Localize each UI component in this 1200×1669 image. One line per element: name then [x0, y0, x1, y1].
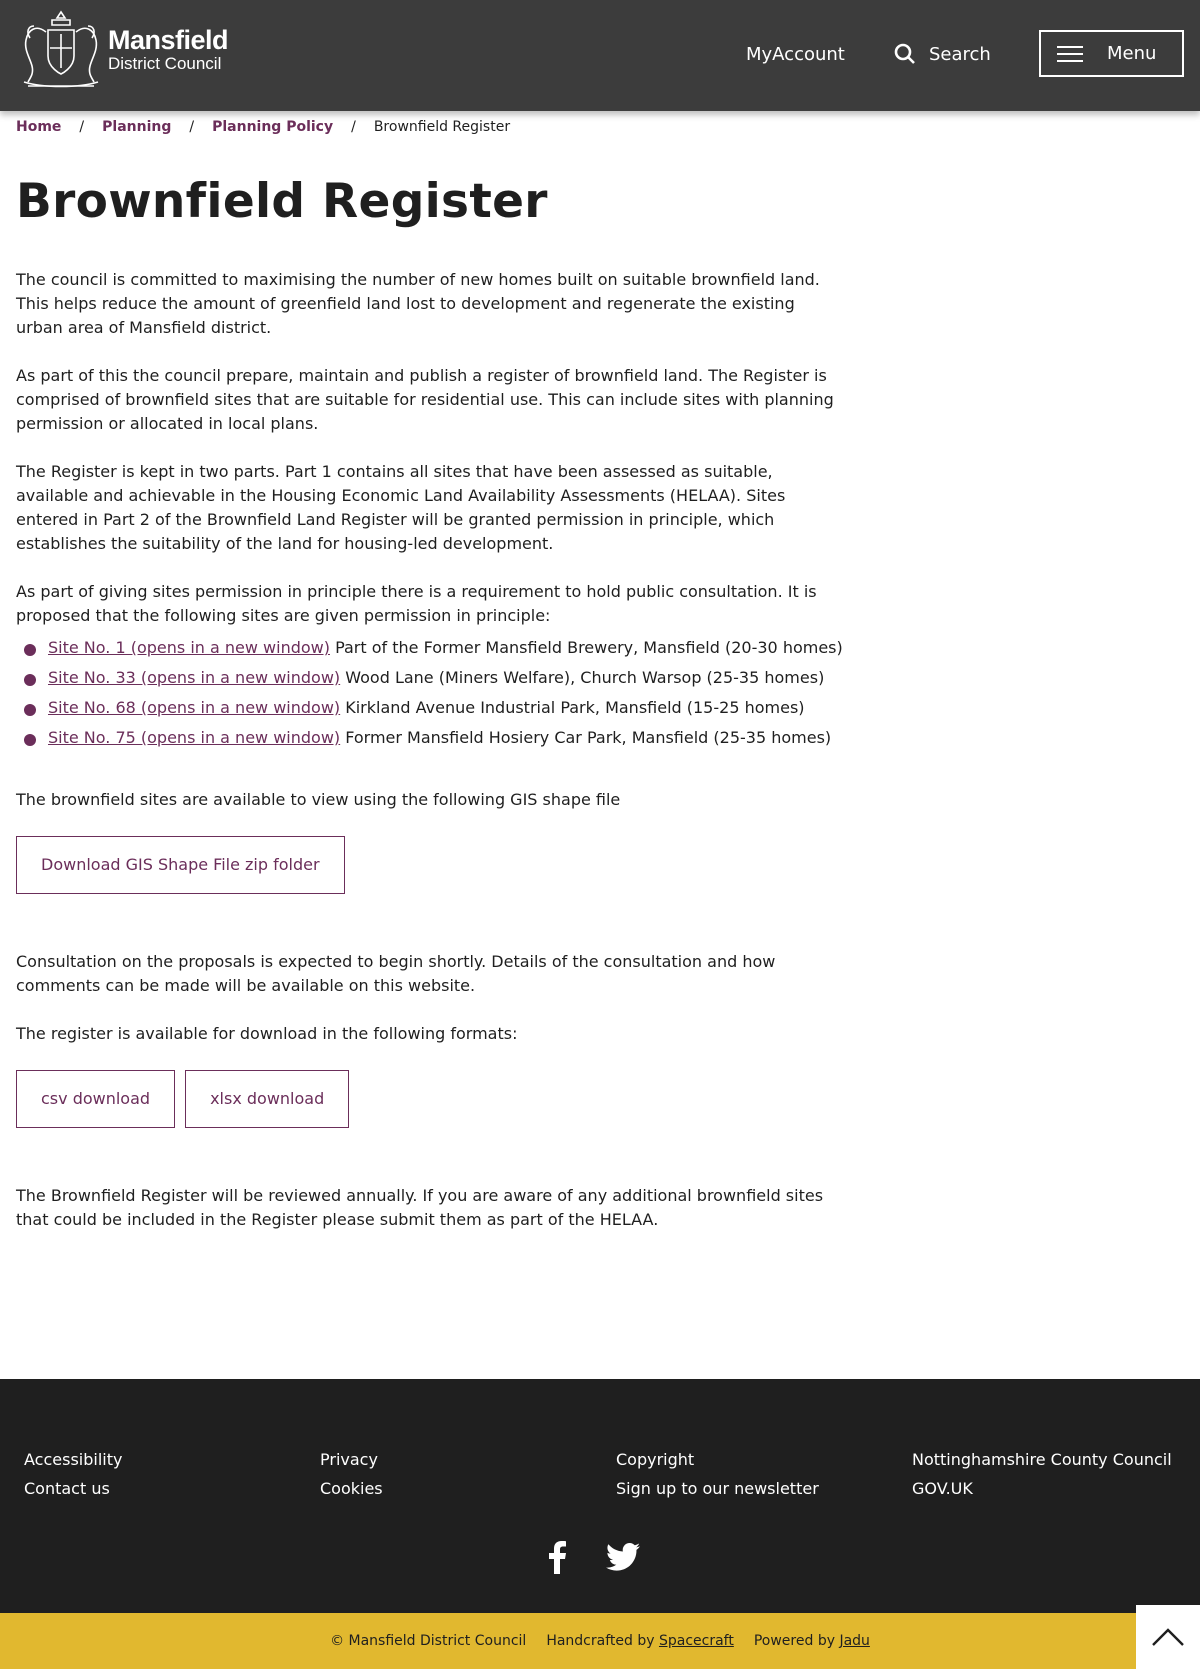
coat-of-arms-icon	[23, 10, 99, 88]
review-paragraph: The Brownfield Register will be reviewed…	[16, 1186, 824, 1229]
social-links	[548, 1540, 640, 1578]
powered-prefix: Powered by	[753, 1633, 840, 1649]
footer-link-nottinghamshire[interactable]: Nottinghamshire County Council	[912, 1445, 1200, 1474]
breadcrumb-separator: /	[189, 119, 195, 135]
handcrafted-prefix: Handcrafted by	[546, 1633, 659, 1649]
footer-column: Privacy Cookies	[320, 1445, 616, 1503]
formats-paragraph: The register is available for download i…	[16, 1024, 518, 1043]
xlsx-download-button[interactable]: xlsx download	[185, 1070, 350, 1128]
handcrafted-credit: Handcrafted by Spacecraft	[546, 1633, 734, 1649]
site-footer: Accessibility Contact us Privacy Cookies…	[0, 1379, 1200, 1613]
logo-text: Mansfield District Council	[108, 24, 229, 73]
search-label: Search	[929, 43, 991, 65]
footer-link-copyright[interactable]: Copyright	[616, 1445, 912, 1474]
site-1-description: Part of the Former Mansfield Brewery, Ma…	[329, 638, 843, 657]
search-icon	[894, 43, 915, 64]
council-logo[interactable]: Mansfield District Council	[16, 8, 229, 90]
footer-link-privacy[interactable]: Privacy	[320, 1445, 616, 1474]
breadcrumb-separator: /	[79, 119, 85, 135]
download-button-row: csv download xlsx download	[16, 1070, 846, 1128]
gis-paragraph: The brownfield sites are available to vi…	[16, 790, 621, 809]
footer-column: Nottinghamshire County Council GOV.UK	[912, 1445, 1200, 1503]
breadcrumb-planning[interactable]: Planning	[102, 119, 171, 135]
spacecraft-link[interactable]: Spacecraft	[659, 1633, 734, 1649]
copyright-text: © Mansfield District Council	[330, 1633, 527, 1649]
footer-bottom-bar: © Mansfield District Council Handcrafted…	[0, 1613, 1200, 1669]
page-title: Brownfield Register	[16, 174, 548, 229]
site-header: Mansfield District Council MyAccount Sea…	[0, 0, 1200, 111]
gis-button-row: Download GIS Shape File zip folder	[16, 836, 846, 894]
logo-name: Mansfield	[108, 24, 229, 55]
powered-credit: Powered by Jadu	[754, 1633, 870, 1649]
site-68-link[interactable]: Site No. 68 (opens in a new window)	[48, 698, 340, 717]
site-list: Site No. 1 (opens in a new window) Part …	[16, 636, 846, 750]
footer-link-accessibility[interactable]: Accessibility	[24, 1445, 320, 1474]
footer-link-newsletter[interactable]: Sign up to our newsletter	[616, 1474, 912, 1503]
menu-button[interactable]: Menu	[1039, 30, 1184, 77]
logo-subtitle: District Council	[108, 53, 222, 73]
consultation-requirement-paragraph: As part of giving sites permission in pr…	[16, 582, 817, 625]
download-gis-button[interactable]: Download GIS Shape File zip folder	[16, 836, 345, 894]
footer-links: Accessibility Contact us Privacy Cookies…	[24, 1445, 1200, 1503]
footer-column: Accessibility Contact us	[24, 1445, 320, 1503]
twitter-icon	[606, 1542, 640, 1571]
main-content: The council is committed to maximising t…	[16, 268, 846, 1256]
hamburger-icon	[1057, 45, 1083, 62]
list-item: Site No. 68 (opens in a new window) Kirk…	[16, 696, 846, 720]
footer-link-govuk[interactable]: GOV.UK	[912, 1474, 1200, 1503]
search-button[interactable]: Search	[893, 42, 991, 66]
site-33-link[interactable]: Site No. 33 (opens in a new window)	[48, 668, 340, 687]
footer-link-cookies[interactable]: Cookies	[320, 1474, 616, 1503]
twitter-link[interactable]	[606, 1540, 640, 1578]
back-to-top-button[interactable]	[1136, 1605, 1200, 1669]
intro-paragraph: The council is committed to maximising t…	[16, 270, 820, 337]
facebook-icon	[549, 1541, 566, 1574]
list-item: Site No. 33 (opens in a new window) Wood…	[16, 666, 846, 690]
list-item: Site No. 75 (opens in a new window) Form…	[16, 726, 846, 750]
register-paragraph: As part of this the council prepare, mai…	[16, 366, 834, 433]
parts-paragraph: The Register is kept in two parts. Part …	[16, 462, 786, 553]
list-item: Site No. 1 (opens in a new window) Part …	[16, 636, 846, 660]
site-75-description: Former Mansfield Hosiery Car Park, Mansf…	[340, 728, 832, 747]
breadcrumb-current: Brownfield Register	[373, 119, 511, 135]
jadu-link[interactable]: Jadu	[839, 1633, 869, 1649]
footer-column: Copyright Sign up to our newsletter	[616, 1445, 912, 1503]
facebook-link[interactable]	[548, 1540, 566, 1578]
chevron-up-icon	[1152, 1628, 1184, 1646]
menu-label: Menu	[1107, 43, 1157, 64]
myaccount-link[interactable]: MyAccount	[746, 44, 845, 65]
site-68-description: Kirkland Avenue Industrial Park, Mansfie…	[340, 698, 805, 717]
consultation-paragraph: Consultation on the proposals is expecte…	[16, 952, 776, 995]
csv-download-button[interactable]: csv download	[16, 1070, 176, 1128]
breadcrumb-planning-policy[interactable]: Planning Policy	[212, 119, 333, 135]
site-1-link[interactable]: Site No. 1 (opens in a new window)	[48, 638, 330, 657]
breadcrumb-home[interactable]: Home	[16, 119, 61, 135]
site-33-description: Wood Lane (Miners Welfare), Church Warso…	[340, 668, 825, 687]
site-75-link[interactable]: Site No. 75 (opens in a new window)	[48, 728, 340, 747]
breadcrumb: Home / Planning / Planning Policy / Brow…	[16, 119, 510, 135]
footer-link-contact-us[interactable]: Contact us	[24, 1474, 320, 1503]
breadcrumb-separator: /	[351, 119, 356, 135]
